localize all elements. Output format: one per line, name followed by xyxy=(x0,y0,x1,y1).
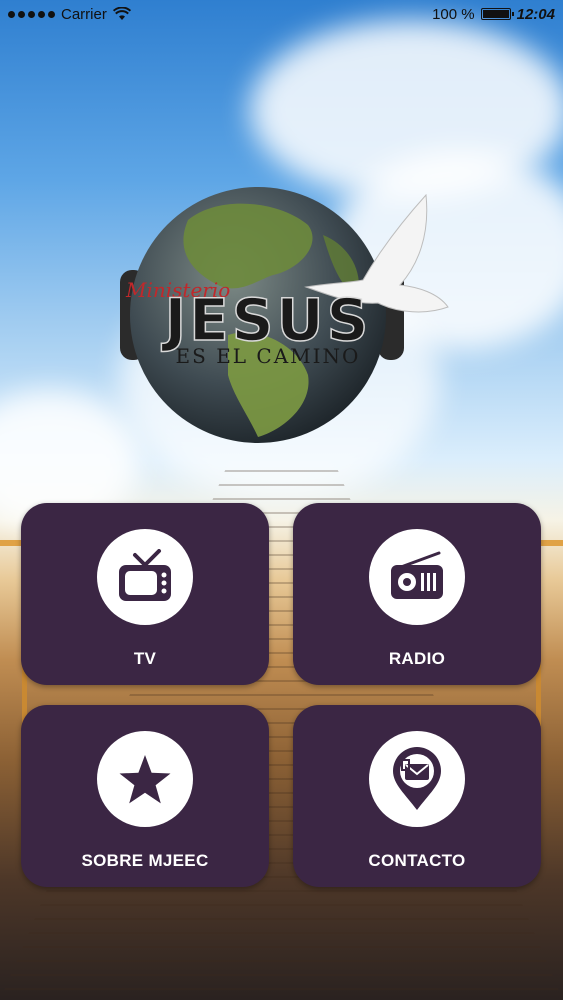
logo-subtitle: ES EL CAMINO xyxy=(176,344,361,368)
sobre-mjeec-button[interactable]: SOBRE MJEEC xyxy=(21,705,269,887)
status-bar-right: 100 % 12:04 xyxy=(432,6,555,23)
ministry-logo: Ministerio JESUS ES EL CAMINO xyxy=(120,187,449,443)
radio-icon-circle xyxy=(369,529,465,625)
radio-button[interactable]: RADIO xyxy=(293,503,541,685)
status-bar: Carrier 100 % 12:04 xyxy=(0,0,563,28)
tv-button[interactable]: TV xyxy=(21,503,269,685)
star-icon xyxy=(119,755,171,804)
contacto-label: CONTACTO xyxy=(368,851,466,870)
contacto-button[interactable]: CONTACTO xyxy=(293,705,541,887)
status-bar-left: Carrier xyxy=(8,6,131,23)
status-time: 12:04 xyxy=(516,5,555,23)
carrier-name: Carrier xyxy=(61,5,107,23)
contact-mail-pin-icon xyxy=(393,747,441,810)
battery-percent: 100 % xyxy=(432,5,475,23)
tv-icon-circle xyxy=(97,529,193,625)
radio-icon xyxy=(391,551,443,599)
battery-icon xyxy=(480,8,514,20)
tv-icon xyxy=(119,549,171,601)
radio-label: RADIO xyxy=(388,649,446,668)
star-icon-circle xyxy=(97,731,193,827)
tv-label: TV xyxy=(133,649,157,668)
signal-strength-icon xyxy=(8,10,55,18)
wifi-icon xyxy=(112,7,131,20)
sobre-mjeec-label: SOBRE MJEEC xyxy=(81,851,209,870)
app-screen: Carrier 100 % 12:04 Ministerio JESUS ES … xyxy=(0,0,563,1000)
contact-icon-circle xyxy=(369,731,465,827)
